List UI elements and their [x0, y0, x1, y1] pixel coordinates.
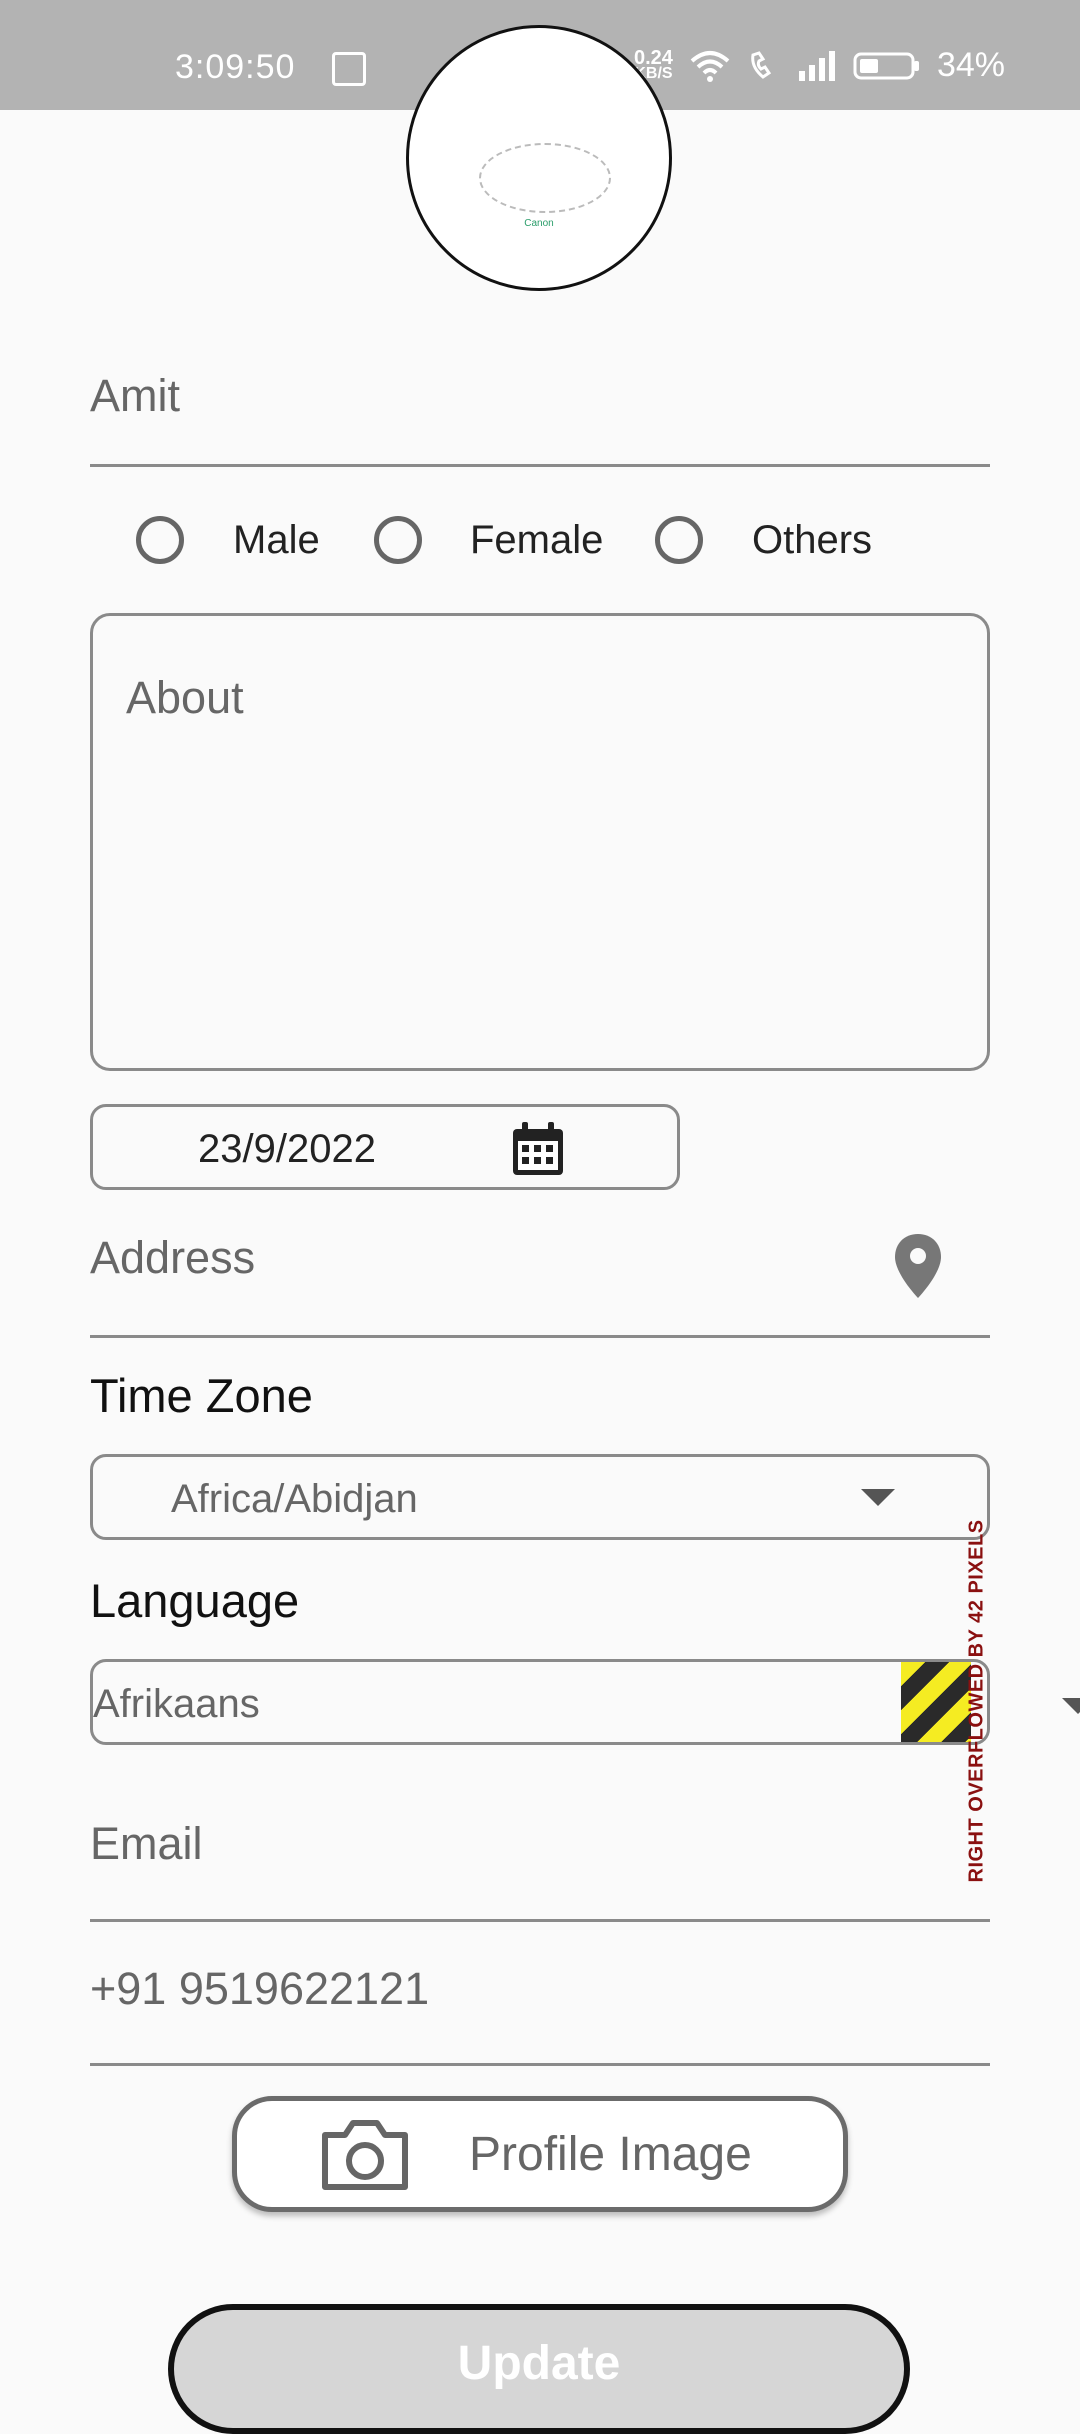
chevron-down-icon	[861, 1489, 895, 1506]
wifi-icon	[690, 50, 730, 82]
camera-icon	[322, 2120, 408, 2190]
overflow-warning: RIGHT OVERFLOWED BY 42 PIXELS	[962, 1519, 992, 1886]
gender-radio-group: Male Female Others	[0, 510, 1080, 570]
avatar-brand-mark: Canon	[524, 218, 554, 229]
date-picker[interactable]: 23/9/2022	[90, 1104, 680, 1190]
update-button[interactable]: Update	[168, 2304, 910, 2434]
overflow-hazard-stripes	[901, 1662, 971, 1742]
net-speed-value: 0.24	[634, 46, 673, 69]
radio-female[interactable]	[374, 516, 422, 564]
profile-image-button[interactable]: Profile Image	[232, 2096, 848, 2212]
about-textarea[interactable]: About	[90, 613, 990, 1071]
battery-percent: 34%	[936, 46, 1005, 84]
status-time: 3:09:50	[175, 48, 296, 86]
overflow-warning-text: RIGHT OVERFLOWED BY 42 PIXELS	[965, 1519, 988, 1883]
language-chevron-down-icon[interactable]	[1062, 1698, 1080, 1714]
battery-icon	[853, 52, 919, 79]
profile-avatar[interactable]: Canon	[406, 25, 672, 291]
timezone-dropdown[interactable]: Africa/Abidjan	[90, 1454, 990, 1540]
date-value: 23/9/2022	[198, 1127, 376, 1171]
update-label: Update	[457, 2337, 621, 2390]
radio-male[interactable]	[136, 516, 184, 564]
call-icon	[751, 50, 772, 79]
timezone-label: Time Zone	[90, 1369, 313, 1422]
radio-others-label: Others	[752, 518, 873, 562]
location-pin-icon[interactable]	[892, 1232, 944, 1300]
profile-image-label: Profile Image	[469, 2128, 752, 2181]
calendar-icon[interactable]	[511, 1121, 565, 1177]
about-placeholder: About	[126, 672, 244, 723]
address-field[interactable]: Address	[90, 1232, 255, 1284]
email-field[interactable]: Email	[90, 1818, 203, 1870]
radio-others[interactable]	[655, 516, 703, 564]
phone-field[interactable]: +91 9519622121	[90, 1963, 429, 2015]
timezone-value: Africa/Abidjan	[171, 1477, 418, 1521]
name-underline	[90, 464, 990, 467]
address-underline	[90, 1335, 990, 1338]
language-dropdown[interactable]: Afrikaans	[90, 1659, 990, 1745]
radio-female-label: Female	[470, 518, 604, 562]
email-underline	[90, 1919, 990, 1922]
language-value: Afrikaans	[93, 1682, 260, 1726]
name-field[interactable]: Amit	[90, 370, 180, 422]
avatar-logo-icon	[479, 143, 611, 213]
language-label: Language	[90, 1574, 300, 1627]
notification-icon	[332, 52, 366, 86]
phone-underline	[90, 2063, 990, 2066]
radio-male-label: Male	[233, 518, 320, 562]
signal-icon	[798, 50, 835, 81]
